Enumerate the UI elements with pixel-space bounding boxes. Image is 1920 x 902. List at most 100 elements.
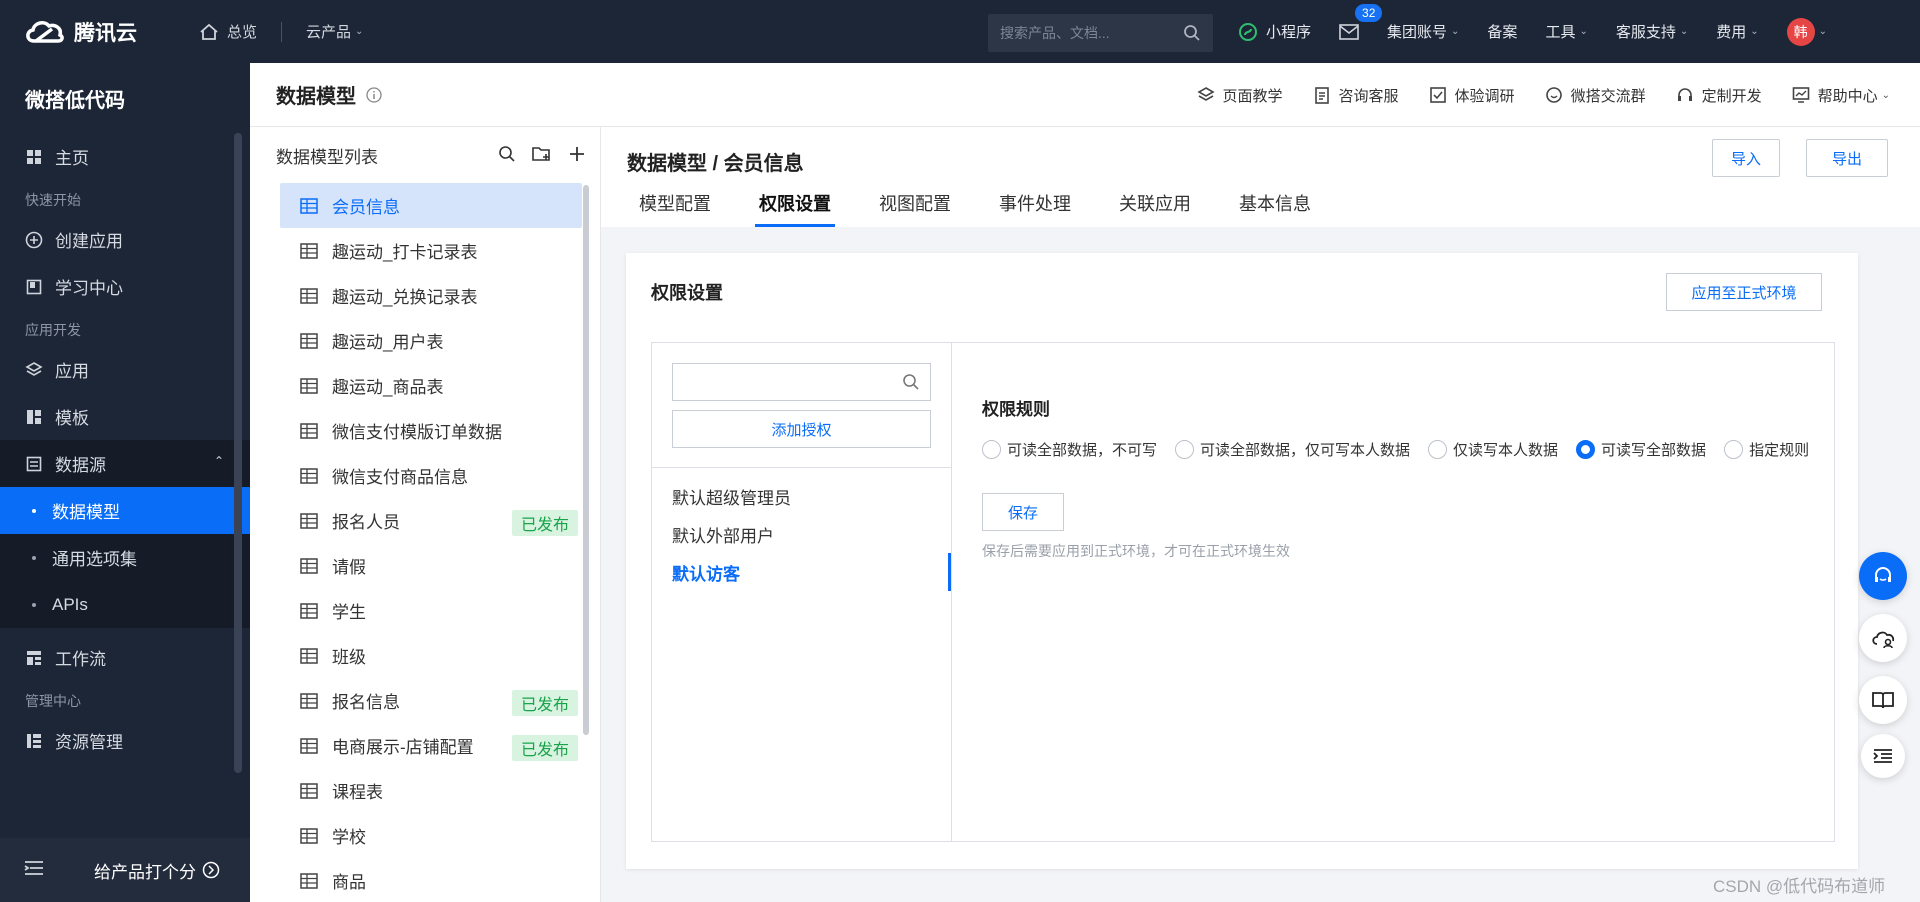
group-account-label: 集团账号 — [1387, 24, 1448, 41]
sidebar-item-label: 数据源 — [55, 456, 106, 475]
sidebar-item-workflow[interactable]: 工作流 — [0, 634, 250, 681]
chevron-down-icon: ⌄ — [1679, 26, 1689, 37]
list-item[interactable]: 报名信息 已发布 — [250, 678, 582, 723]
sidebar-item-create-app[interactable]: 创建应用 — [0, 216, 250, 263]
rule-option[interactable]: 可读全部数据，不可写 — [982, 439, 1157, 460]
search-icon[interactable] — [902, 373, 920, 391]
tab-basic-info[interactable]: 基本信息 — [1239, 187, 1311, 227]
plus-icon[interactable] — [568, 145, 586, 163]
list-item[interactable]: 趣运动_用户表 — [250, 318, 582, 363]
search-icon[interactable] — [498, 145, 516, 163]
community-link[interactable]: 微搭交流群 — [1545, 85, 1646, 106]
monitor-icon — [1792, 87, 1809, 103]
new-folder-icon[interactable] — [532, 145, 552, 163]
published-badge: 已发布 — [511, 510, 578, 536]
tab-view-config[interactable]: 视图配置 — [879, 187, 951, 227]
outline-button[interactable] — [1861, 734, 1905, 778]
list-item[interactable]: 微信支付模版订单数据 — [250, 408, 582, 453]
chevron-down-icon: ⌄ — [1579, 26, 1588, 37]
divider — [281, 21, 283, 42]
role-item[interactable]: 默认超级管理员 — [672, 484, 791, 509]
mail-button[interactable]: 32 — [1339, 3, 1383, 40]
list-item[interactable]: 微信支付商品信息 — [250, 453, 582, 498]
home-link[interactable]: 总览 — [199, 21, 257, 42]
rule-option[interactable]: 仅读写本人数据 — [1428, 439, 1558, 460]
tab-permissions[interactable]: 权限设置 — [755, 187, 835, 227]
sidebar-item-resources[interactable]: 资源管理 — [0, 717, 250, 764]
rule-option[interactable]: 指定规则 — [1724, 439, 1809, 460]
mini-program-link[interactable]: 小程序 — [1238, 21, 1311, 42]
global-search[interactable] — [988, 14, 1213, 52]
sidebar-item-option-sets[interactable]: 通用选项集 — [0, 534, 250, 581]
customer-service-button[interactable] — [1859, 552, 1907, 600]
list-item[interactable]: 课程表 — [250, 768, 582, 813]
apply-to-production-button[interactable]: 应用至正式环境 — [1666, 273, 1822, 311]
sidebar-item-templates[interactable]: 模板 — [0, 393, 250, 440]
list-item[interactable]: 趣运动_商品表 — [250, 363, 582, 408]
role-search-input[interactable] — [683, 374, 902, 390]
user-menu[interactable]: 韩 ⌄ — [1786, 17, 1827, 46]
tools-menu[interactable]: 工具 ⌄ — [1545, 21, 1587, 42]
rate-product-button[interactable]: 给产品打个分 — [94, 858, 220, 883]
search-input[interactable] — [1000, 25, 1183, 41]
tab-events[interactable]: 事件处理 — [999, 187, 1071, 227]
support-menu[interactable]: 客服支持 ⌄ — [1616, 21, 1688, 42]
export-button[interactable]: 导出 — [1806, 139, 1888, 177]
model-list-scrollbar[interactable] — [583, 185, 589, 735]
bullet-icon — [32, 602, 36, 607]
list-item[interactable]: 会员信息 — [280, 183, 582, 228]
table-icon — [300, 647, 318, 664]
list-item-label: 微信支付商品信息 — [332, 468, 468, 487]
tab-model-config[interactable]: 模型配置 — [639, 187, 711, 227]
open-book-icon — [1872, 692, 1894, 709]
add-authorization-button[interactable]: 添加授权 — [672, 410, 931, 448]
sidebar-scrollbar[interactable] — [234, 133, 242, 773]
list-item[interactable]: 趣运动_兑换记录表 — [250, 273, 582, 318]
sidebar-item-label: 创建应用 — [55, 232, 123, 251]
list-item[interactable]: 学校 — [250, 813, 582, 858]
list-item[interactable]: 商品 — [250, 858, 582, 902]
sidebar-item-home[interactable]: 主页 — [0, 133, 250, 180]
sidebar-item-learning[interactable]: 学习中心 — [0, 263, 250, 310]
group-account-menu[interactable]: 集团账号 ⌄ — [1387, 21, 1459, 42]
template-icon — [25, 408, 43, 426]
consult-service-link[interactable]: 咨询客服 — [1313, 85, 1399, 106]
list-item[interactable]: 趣运动_打卡记录表 — [250, 228, 582, 273]
sidebar-item-apps[interactable]: 应用 — [0, 346, 250, 393]
rule-option[interactable]: 可读全部数据，仅可写本人数据 — [1175, 439, 1410, 460]
custom-dev-link[interactable]: 定制开发 — [1676, 85, 1762, 106]
help-center-menu[interactable]: 帮助中心 ⌄ — [1792, 85, 1890, 106]
sidebar-item-datasource[interactable]: 数据源 ⌃ — [0, 440, 250, 487]
table-icon — [300, 422, 318, 439]
search-icon[interactable] — [1183, 24, 1201, 42]
tab-related-apps[interactable]: 关联应用 — [1119, 187, 1191, 227]
survey-link[interactable]: 体验调研 — [1429, 85, 1515, 106]
list-item[interactable]: 班级 — [250, 633, 582, 678]
list-item[interactable]: 学生 — [250, 588, 582, 633]
save-button[interactable]: 保存 — [982, 493, 1064, 531]
list-item[interactable]: 请假 — [250, 543, 582, 588]
list-item[interactable]: 电商展示-店铺配置 已发布 — [250, 723, 582, 768]
mail-icon — [1339, 23, 1359, 40]
sidebar-item-data-model[interactable]: 数据模型 — [0, 487, 250, 534]
info-icon[interactable] — [366, 86, 382, 103]
fees-menu[interactable]: 费用 ⌄ — [1716, 21, 1758, 42]
collapse-menu-icon[interactable] — [24, 860, 44, 880]
sidebar-item-label: 应用 — [55, 362, 89, 381]
rule-option-selected[interactable]: 可读写全部数据 — [1576, 439, 1706, 460]
products-menu[interactable]: 云产品 ⌄ — [306, 21, 363, 42]
cloud-user-button[interactable] — [1859, 614, 1907, 662]
import-button[interactable]: 导入 — [1712, 139, 1780, 177]
tencent-cloud-logo[interactable]: 腾讯云 — [24, 17, 169, 47]
filing-link[interactable]: 备案 — [1487, 21, 1517, 42]
role-item[interactable]: 默认外部用户 — [672, 522, 774, 547]
role-item-active[interactable]: 默认访客 — [672, 560, 740, 585]
list-item-label: 趣运动_商品表 — [332, 378, 444, 397]
sidebar-item-apis[interactable]: APIs — [0, 581, 250, 628]
docs-button[interactable] — [1859, 676, 1907, 724]
role-search[interactable] — [672, 363, 931, 401]
active-role-indicator — [948, 553, 951, 591]
page-tutorial-link[interactable]: 页面教学 — [1196, 85, 1283, 106]
group-quickstart: 快速开始 — [25, 192, 81, 208]
list-item[interactable]: 报名人员 已发布 — [250, 498, 582, 543]
